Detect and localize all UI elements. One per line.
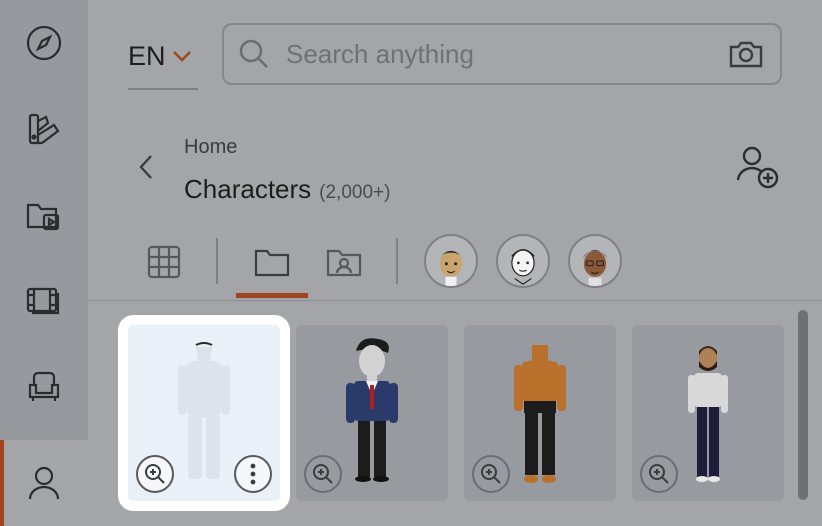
rail-styles[interactable]: [0, 86, 88, 172]
tab-separator: [396, 238, 398, 284]
tab-grid-view[interactable]: [136, 234, 192, 290]
breadcrumb: Home Characters (2,000+): [88, 120, 822, 220]
back-chevron-icon[interactable]: [136, 152, 156, 182]
compass-icon: [26, 25, 62, 61]
character-card[interactable]: [632, 325, 784, 501]
glasses-face-avatar: [582, 249, 608, 286]
language-selector[interactable]: EN: [128, 24, 198, 90]
zoom-in-icon: [649, 464, 669, 484]
top-bar: EN Search anything: [88, 0, 822, 108]
rail-props[interactable]: [0, 344, 88, 430]
filter-avatar-2[interactable]: [496, 234, 550, 288]
search-icon: [239, 39, 268, 68]
more-vertical-icon: [250, 463, 256, 485]
sketch-face-avatar: [511, 249, 535, 285]
folder-icon: [254, 249, 290, 277]
zoom-button[interactable]: [304, 455, 342, 493]
cartoon-face-avatar: [438, 250, 464, 286]
filter-avatar-3[interactable]: [568, 234, 622, 288]
add-person-icon[interactable]: [734, 144, 784, 192]
video-folder-icon: [26, 203, 60, 231]
page-title: Characters (2,000+): [184, 174, 390, 205]
rail-scenes[interactable]: [0, 258, 88, 344]
character-grid: [88, 301, 822, 515]
breadcrumb-home-link[interactable]: Home: [184, 136, 237, 159]
zoom-in-icon: [481, 464, 501, 484]
person-icon: [28, 466, 60, 500]
more-options-button[interactable]: [234, 455, 272, 493]
filter-avatar-1[interactable]: [424, 234, 478, 288]
rail-characters[interactable]: [0, 440, 88, 526]
armchair-icon: [28, 371, 60, 401]
zoom-in-icon: [313, 464, 333, 484]
camera-icon[interactable]: [728, 39, 764, 69]
tab-user-folders[interactable]: [316, 234, 372, 290]
user-folder-icon: [326, 249, 362, 277]
zoom-button[interactable]: [136, 455, 174, 493]
active-tab-indicator: [236, 293, 308, 298]
side-rail: [0, 0, 88, 526]
tab-separator: [216, 238, 218, 284]
page-title-text: Characters: [184, 174, 312, 204]
chevron-down-icon: [172, 51, 191, 62]
view-tabs: [88, 228, 822, 300]
grid-icon: [147, 245, 181, 279]
zoom-button[interactable]: [640, 455, 678, 493]
character-card[interactable]: [128, 325, 280, 501]
rail-media[interactable]: [0, 172, 88, 258]
scrollbar[interactable]: [798, 310, 808, 500]
tab-folders[interactable]: [244, 234, 300, 290]
search-bar[interactable]: Search anything: [222, 23, 782, 85]
character-card[interactable]: [296, 325, 448, 501]
zoom-in-icon: [145, 464, 165, 484]
film-icon: [26, 287, 60, 315]
zoom-button[interactable]: [472, 455, 510, 493]
character-card[interactable]: [464, 325, 616, 501]
rail-explore[interactable]: [0, 0, 88, 86]
search-input[interactable]: Search anything: [286, 39, 728, 70]
item-count: (2,000+): [319, 182, 391, 203]
language-label: EN: [128, 40, 166, 71]
palette-icon: [28, 113, 60, 145]
